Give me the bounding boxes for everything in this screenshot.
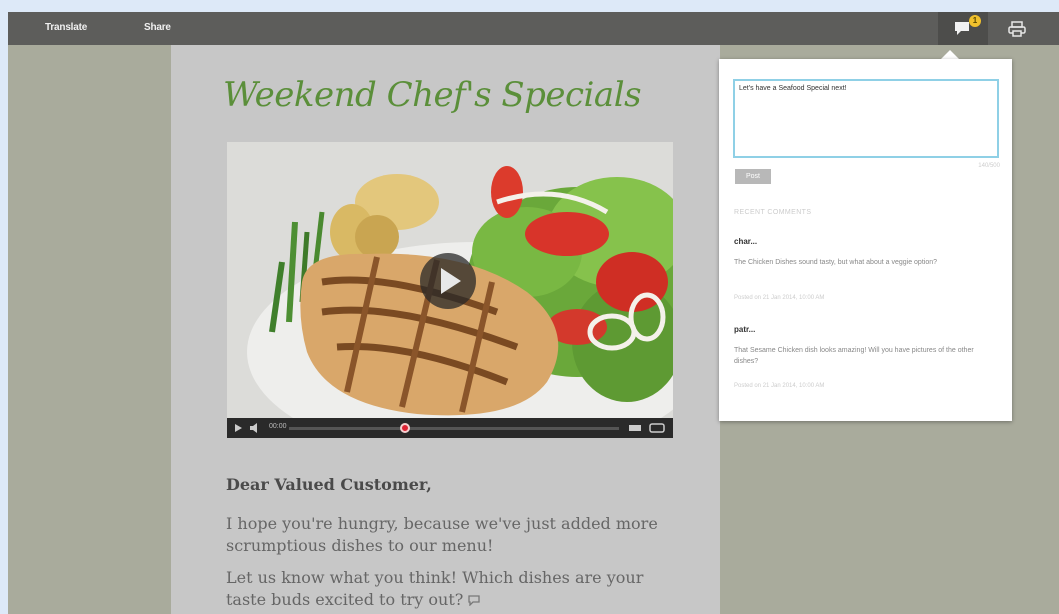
comment-author: patr... (734, 325, 756, 334)
comment-icon[interactable] (468, 595, 481, 607)
fullscreen-icon[interactable] (649, 423, 665, 433)
character-count: 140/500 (978, 163, 1000, 169)
printer-icon[interactable] (1008, 21, 1026, 37)
comment-meta: Posted on 21 Jan 2014, 10:00 AM (734, 295, 825, 301)
play-button[interactable] (420, 253, 476, 309)
video-player[interactable]: 00:00 (227, 142, 673, 438)
recent-comments-heading: RECENT COMMENTS (734, 209, 812, 216)
volume-icon[interactable] (249, 423, 261, 433)
quality-icon[interactable] (629, 423, 641, 433)
comments-toggle[interactable]: 1 (938, 12, 988, 45)
comment-text: That Sesame Chicken dish looks amazing! … (734, 347, 974, 365)
email-headline: Weekend Chef's Specials (223, 75, 642, 115)
top-toolbar: Translate Share 1 (8, 12, 1059, 45)
comment-input[interactable]: Let's have a Seafood Special next! (733, 79, 999, 158)
comment-text: The Chicken Dishes sound tasty, but what… (734, 259, 937, 266)
video-time: 00:00 (269, 423, 287, 430)
post-button[interactable]: Post (735, 169, 771, 184)
email-content: Weekend Chef's Specials 00:00 Dear Value… (171, 45, 720, 614)
video-controls: 00:00 (227, 418, 673, 438)
email-greeting: Dear Valued Customer, (226, 475, 432, 494)
share-link[interactable]: Share (144, 22, 171, 33)
play-icon[interactable] (233, 423, 243, 433)
comment-meta: Posted on 21 Jan 2014, 10:00 AM (734, 383, 825, 389)
comments-popup: Let's have a Seafood Special next! 140/5… (719, 59, 1012, 421)
comment-count-badge: 1 (969, 15, 981, 27)
video-scrubber[interactable] (399, 423, 410, 433)
email-paragraph-2-text: Let us know what you think! Which dishes… (226, 568, 644, 609)
comment-author: char... (734, 237, 758, 246)
video-progress-bar[interactable] (289, 427, 619, 430)
email-paragraph-1: I hope you're hungry, because we've just… (226, 514, 658, 555)
app-frame: Translate Share 1 Weekend Chef's Special… (8, 12, 1059, 614)
email-paragraph-2: Let us know what you think! Which dishes… (226, 567, 666, 611)
translate-link[interactable]: Translate (45, 22, 87, 33)
